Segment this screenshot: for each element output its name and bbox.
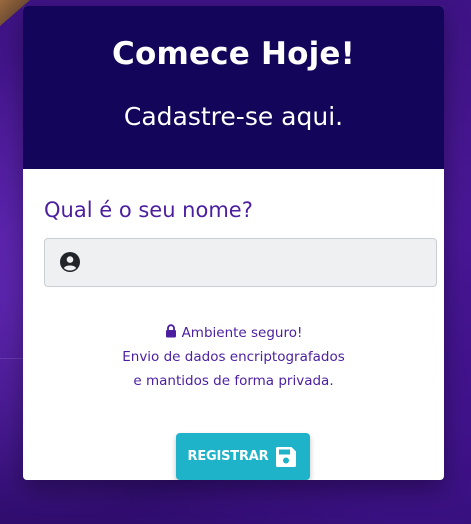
card-title: Comece Hoje! [112,36,355,72]
register-button[interactable]: REGISTRAR [176,433,310,480]
card-subtitle: Cadastre-se aqui. [123,102,344,131]
card-body: Qual é o seu nome? Ambiente seguro! Envi… [23,169,444,480]
floppy-disk-icon [276,446,297,467]
name-input[interactable] [93,239,428,288]
card-header: Comece Hoje! Cadastre-se aqui. [23,6,444,169]
security-line-2: Envio de dados encriptografados [122,349,345,365]
security-title: Ambiente seguro! [181,325,303,341]
name-field-label: Qual é o seu nome? [44,198,253,222]
register-button-label: REGISTRAR [187,449,269,464]
name-input-group [44,238,437,288]
user-circle-icon [60,252,80,272]
security-line-3: e mantidos de forma privada. [133,373,334,389]
lock-icon [165,324,176,338]
security-line-1: Ambiente seguro! [23,321,444,345]
signup-card: Comece Hoje! Cadastre-se aqui. Qual é o … [23,6,444,480]
page: { "header": { "title": "Comece Hoje!", "… [0,0,471,524]
security-notice: Ambiente seguro! Envio de dados encripto… [23,321,444,393]
